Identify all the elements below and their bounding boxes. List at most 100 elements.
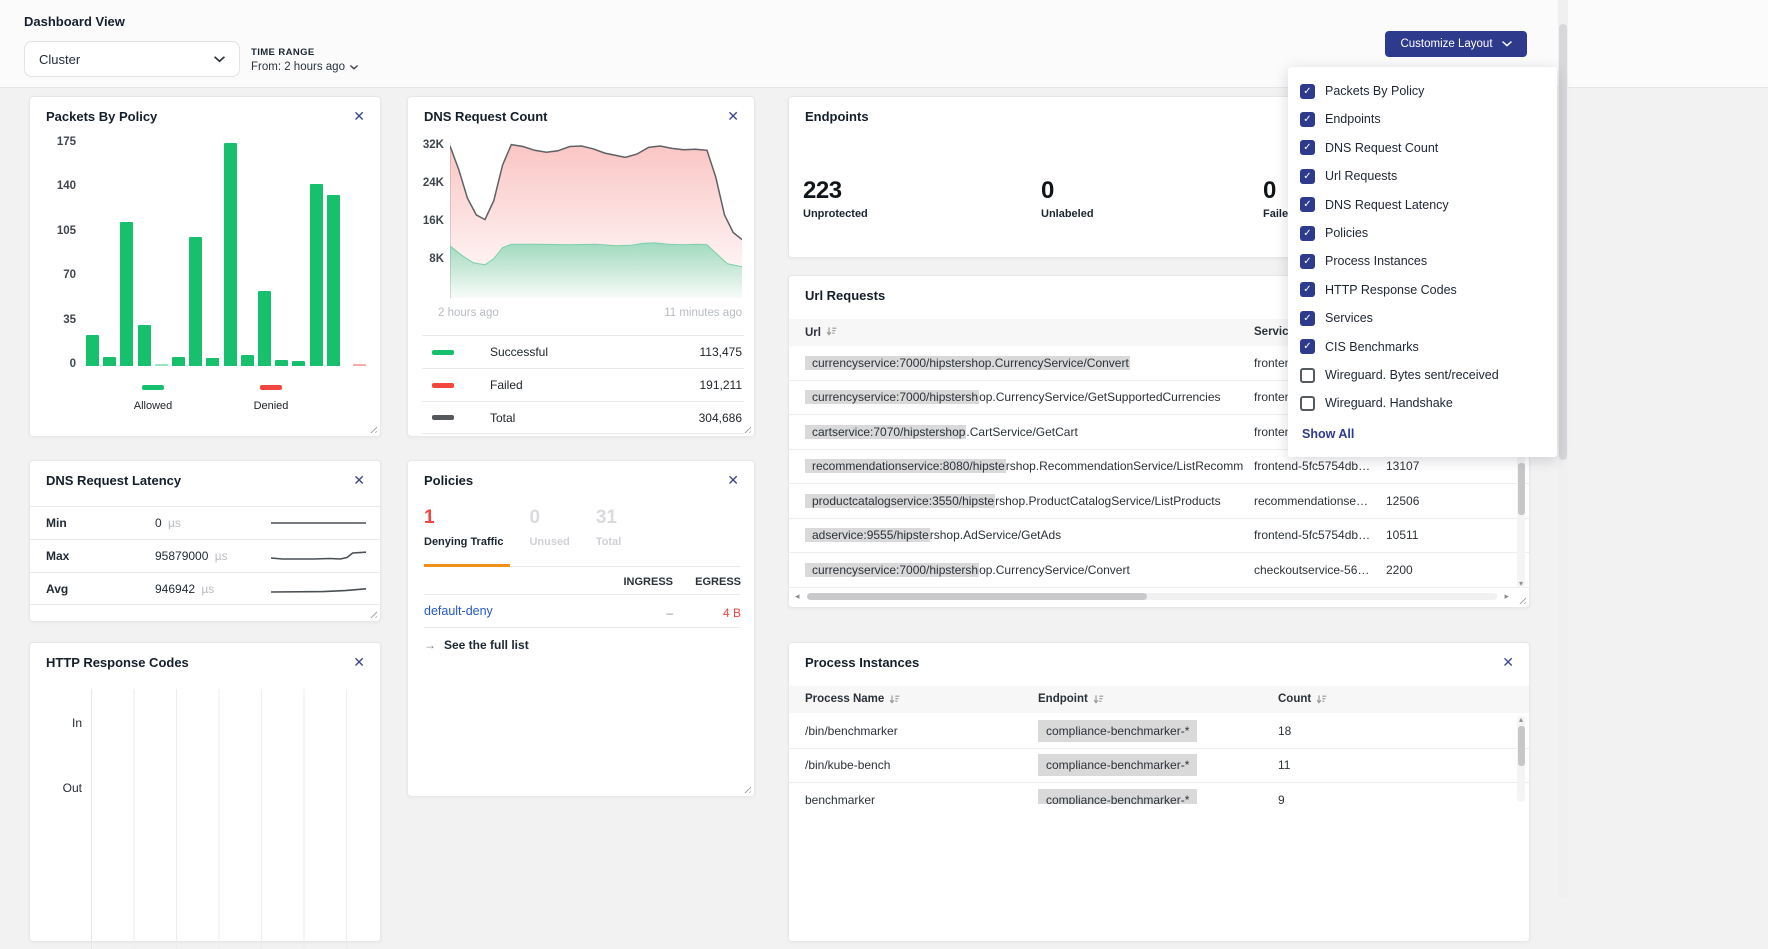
endpoint-cell: compliance-benchmarker-* (1038, 756, 1197, 774)
close-icon[interactable]: ✕ (725, 106, 741, 127)
checkbox-checked-icon[interactable]: ✓ (1300, 339, 1315, 354)
menu-item-process-instances[interactable]: ✓Process Instances (1300, 247, 1427, 275)
url-column-header[interactable]: Url (805, 326, 837, 340)
stat-label: Unlabeled (1041, 208, 1094, 220)
endpoint-chip: compliance-benchmarker-* (1038, 789, 1197, 804)
table-row[interactable]: /bin/benchmarkercompliance-benchmarker-*… (789, 714, 1529, 749)
table-row[interactable]: benchmarkercompliance-benchmarker-*9 (789, 783, 1529, 804)
policy-tab-unused[interactable]: 0Unused (529, 507, 569, 548)
checkbox-checked-icon[interactable]: ✓ (1300, 169, 1315, 184)
scroll-right-icon[interactable]: ▸ (1504, 591, 1509, 601)
y-tick-label: 140 (40, 180, 76, 194)
legend-value: 191,211 (700, 378, 743, 392)
chevron-down-icon (214, 56, 225, 63)
menu-item-wireguard-bytes-sent-received[interactable]: Wireguard. Bytes sent/received (1300, 361, 1499, 389)
close-icon[interactable]: ✕ (351, 652, 367, 673)
menu-item-packets-by-policy[interactable]: ✓Packets By Policy (1300, 77, 1424, 105)
bar-allowed (241, 355, 254, 366)
checkbox-checked-icon[interactable]: ✓ (1300, 112, 1315, 127)
sparkline (271, 516, 366, 535)
count-cell: 11 (1278, 758, 1290, 772)
resize-handle[interactable] (742, 784, 751, 793)
close-icon[interactable]: ✕ (351, 106, 367, 127)
menu-item-cis-benchmarks[interactable]: ✓ CIS Benchmarks (1300, 333, 1419, 361)
policy-tab-denying-traffic[interactable]: 1Denying Traffic (424, 507, 503, 548)
resize-handle[interactable] (368, 424, 377, 433)
service-cell: checkoutservice-56… (1254, 563, 1382, 577)
column-label: Process Name (805, 693, 884, 705)
close-icon[interactable]: ✕ (351, 470, 367, 491)
latency-unit: µs (198, 582, 214, 596)
scroll-left-icon[interactable]: ◂ (795, 591, 800, 601)
endpoint-cell: compliance-benchmarker-* (1038, 791, 1197, 804)
process-name-cell: benchmarker (805, 793, 875, 804)
checkbox-checked-icon[interactable]: ✓ (1300, 140, 1315, 155)
count-cell: 13107 (1386, 459, 1419, 473)
process-name-column-header[interactable]: Process Name (805, 693, 900, 705)
close-icon[interactable]: ✕ (725, 470, 741, 491)
dns-area-chart-svg (450, 143, 742, 303)
stat-value: 0 (1041, 177, 1094, 205)
count-column-header[interactable]: Count (1278, 693, 1327, 705)
table-row[interactable]: productcatalogservice:3550/hipstershop.P… (789, 484, 1529, 519)
bar-allowed (275, 360, 288, 366)
vertical-scrollbar[interactable]: ▴ (1517, 716, 1525, 802)
table-row[interactable]: /bin/kube-benchcompliance-benchmarker-*1… (789, 749, 1529, 784)
chevron-down-icon (350, 65, 358, 70)
checkbox-checked-icon[interactable]: ✓ (1300, 197, 1315, 212)
policy-tab-total[interactable]: 31Total (596, 507, 621, 548)
table-header: Process Name Endpoint Count (789, 686, 1529, 713)
checkbox-checked-icon[interactable]: ✓ (1300, 254, 1315, 269)
customize-layout-button[interactable]: Customize Layout (1385, 31, 1527, 57)
bar-allowed (138, 325, 151, 366)
menu-item-policies[interactable]: ✓Policies (1300, 219, 1368, 247)
checkbox-checked-icon[interactable]: ✓ (1300, 226, 1315, 241)
row-label-out: Out (42, 781, 82, 795)
menu-item-label: CIS Benchmarks (1325, 340, 1419, 354)
view-selector[interactable]: Cluster (24, 41, 240, 77)
menu-item-label: Endpoints (1325, 112, 1381, 126)
checkbox-unchecked-icon[interactable] (1300, 396, 1315, 411)
see-full-list-link[interactable]: → See the full list (424, 638, 529, 652)
latency-label: Min (46, 516, 67, 530)
page-scrollbar-thumb[interactable] (1559, 24, 1567, 460)
checkbox-checked-icon[interactable]: ✓ (1300, 311, 1315, 326)
checkbox-checked-icon[interactable]: ✓ (1300, 282, 1315, 297)
scroll-up-icon[interactable]: ▴ (1517, 716, 1525, 724)
close-icon[interactable]: ✕ (1500, 652, 1516, 673)
checkbox-unchecked-icon[interactable] (1300, 368, 1315, 383)
legend-swatch (142, 385, 164, 390)
card-title: DNS Request Count (424, 109, 548, 124)
y-tick-label: 8K (416, 253, 444, 267)
menu-item-label: HTTP Response Codes (1325, 283, 1457, 297)
scrollbar-thumb[interactable] (1518, 726, 1525, 766)
menu-item-dns-request-count[interactable]: ✓DNS Request Count (1300, 134, 1438, 162)
time-range-value[interactable]: From: 2 hours ago (251, 61, 358, 73)
scroll-down-icon[interactable]: ▾ (1517, 580, 1525, 588)
horizontal-scrollbar[interactable]: ◂ ▸ (795, 591, 1509, 601)
y-tick-label: 70 (40, 269, 76, 283)
menu-item-services[interactable]: ✓Services (1300, 304, 1373, 332)
checkbox-checked-icon[interactable]: ✓ (1300, 84, 1315, 99)
see-full-list-label: See the full list (444, 638, 529, 652)
scrollbar-thumb[interactable] (1518, 463, 1525, 515)
menu-item-url-requests[interactable]: ✓Url Requests (1300, 162, 1397, 190)
show-all-link[interactable]: Show All (1302, 427, 1354, 441)
resize-handle[interactable] (368, 609, 377, 618)
menu-item-dns-request-latency[interactable]: ✓DNS Request Latency (1300, 191, 1449, 219)
area-chart (450, 143, 742, 303)
scrollbar-thumb[interactable] (807, 593, 1147, 600)
service-cell: recommendationse… (1254, 494, 1382, 508)
policy-link[interactable]: default-deny (424, 604, 493, 618)
menu-item-label: Wireguard. Bytes sent/received (1325, 368, 1499, 382)
y-tick-label: 24K (416, 177, 444, 191)
menu-item-endpoints[interactable]: ✓ Endpoints (1300, 105, 1381, 133)
menu-item-wireguard-handshake[interactable]: Wireguard. Handshake (1300, 389, 1453, 417)
resize-handle[interactable] (1517, 595, 1526, 604)
chart-legend: Successful113,475Failed191,211Total304,6… (422, 335, 744, 434)
endpoint-column-header[interactable]: Endpoint (1038, 693, 1104, 705)
table-row[interactable]: adservice:9555/hipstershop.AdService/Get… (789, 519, 1529, 554)
policy-tabs: 1Denying Traffic 0Unused 31Total (424, 507, 621, 548)
menu-item-http-response-codes[interactable]: ✓ HTTP Response Codes (1300, 276, 1457, 304)
table-row[interactable]: currencyservice:7000/hipstershop.Currenc… (789, 553, 1529, 588)
